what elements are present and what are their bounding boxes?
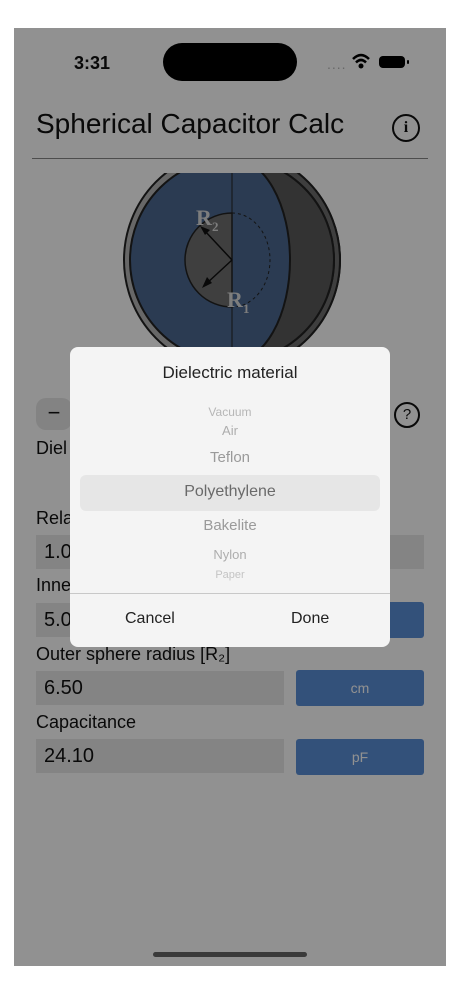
picker-option[interactable]: Vacuum — [80, 405, 380, 419]
picker-option[interactable]: Paper — [80, 569, 380, 581]
picker-option[interactable]: Teflon — [80, 449, 380, 466]
picker-option[interactable]: Air — [80, 423, 380, 438]
done-button[interactable]: Done — [291, 610, 329, 628]
picker-option-selected[interactable]: Polyethylene — [80, 483, 380, 501]
picker-option[interactable]: Nylon — [80, 547, 380, 562]
dialog-title: Dielectric material — [162, 363, 298, 382]
dielectric-picker[interactable]: Vacuum Air Teflon Polyethylene Bakelite … — [80, 403, 380, 589]
app-screen: 3:31 .... Spherical Capacitor Calc i R 2… — [14, 28, 446, 966]
picker-option[interactable]: Bakelite — [80, 517, 380, 534]
home-indicator[interactable] — [153, 952, 307, 957]
dielectric-picker-dialog: Dielectric material Vacuum Air Teflon Po… — [70, 347, 390, 647]
cancel-button[interactable]: Cancel — [125, 610, 175, 628]
dialog-divider — [70, 593, 390, 594]
